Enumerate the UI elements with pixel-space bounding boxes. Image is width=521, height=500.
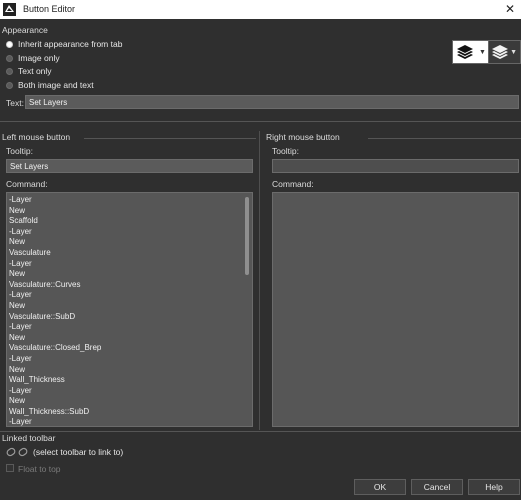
title-bar: Button Editor ✕ — [0, 0, 521, 19]
command-line: Vasculature — [9, 247, 51, 257]
radio-image-only[interactable]: Image only — [6, 52, 60, 64]
command-line: Scaffold — [9, 216, 38, 226]
command-line: Wall_Thickness::SubD — [9, 406, 90, 416]
radio-selected-indicator — [6, 40, 13, 48]
command-line: New — [9, 332, 26, 342]
radio-indicator — [6, 54, 13, 62]
large-icon-button[interactable]: ▼ — [452, 40, 490, 64]
linked-toolbar-row[interactable]: (select toolbar to link to) — [6, 446, 123, 458]
linked-toolbar-section-label: Linked toolbar — [2, 433, 56, 443]
text-field-label: Text: — [6, 98, 24, 108]
divider — [84, 138, 256, 139]
layers-icon — [489, 41, 510, 63]
command-line: -Layer — [9, 322, 32, 332]
command-line: -Layer — [9, 385, 32, 395]
divider — [0, 431, 521, 432]
left-tooltip-label: Tooltip: — [6, 146, 33, 156]
command-line: -Layer — [9, 195, 32, 204]
command-line: -Layer — [9, 258, 32, 268]
radio-label: Image only — [18, 53, 60, 63]
window-title: Button Editor — [23, 4, 76, 14]
command-line: Vasculature::Closed_Brep — [9, 343, 102, 353]
left-command-label: Command: — [6, 179, 48, 189]
broken-link-icon — [6, 446, 30, 458]
chevron-down-icon: ▼ — [510, 48, 517, 56]
radio-label: Both image and text — [18, 80, 94, 90]
radio-label: Inherit appearance from tab — [18, 39, 123, 49]
radio-indicator — [6, 67, 13, 75]
command-line: Wall_Thickness — [9, 375, 65, 385]
radio-inherit-appearance[interactable]: Inherit appearance from tab — [6, 38, 122, 50]
close-icon[interactable]: ✕ — [505, 2, 515, 16]
linked-toolbar-text: (select toolbar to link to) — [33, 447, 124, 457]
command-line: New — [9, 269, 26, 279]
command-lines — [275, 195, 508, 426]
float-to-top-label: Float to top — [18, 464, 61, 474]
command-line: Vasculature::Curves — [9, 279, 81, 289]
command-line: New — [9, 205, 26, 215]
small-icon-button[interactable]: ▼ — [488, 40, 521, 64]
left-mouse-section-label: Left mouse button — [2, 132, 71, 142]
right-command-textarea[interactable] — [272, 192, 519, 427]
ok-button[interactable]: OK — [354, 479, 406, 495]
button-text-input[interactable]: Set Layers — [25, 95, 519, 109]
command-line: -Layer — [9, 290, 32, 300]
right-command-label: Command: — [272, 179, 314, 189]
layers-icon — [453, 41, 477, 63]
scrollbar-thumb[interactable] — [245, 197, 249, 275]
command-line: -Layer — [9, 226, 32, 236]
command-line: -Layer — [9, 417, 32, 426]
command-line: New — [9, 364, 26, 374]
command-line: -Layer — [9, 353, 32, 363]
command-line: New — [9, 300, 26, 310]
left-command-textarea[interactable]: -Layer New Scaffold -Layer New Vasculature -La… — [6, 192, 253, 427]
appearance-section-label: Appearance — [2, 25, 48, 35]
vertical-divider — [259, 131, 260, 430]
cancel-button[interactable]: Cancel — [411, 479, 463, 495]
chevron-down-icon: ▼ — [479, 48, 486, 56]
right-tooltip-label: Tooltip: — [272, 146, 299, 156]
command-line: New — [9, 396, 26, 406]
float-to-top-checkbox[interactable] — [6, 464, 14, 472]
command-line: Vasculature::SubD — [9, 311, 76, 321]
right-mouse-section-label: Right mouse button — [266, 132, 340, 142]
radio-both-image-and-text[interactable]: Both image and text — [6, 79, 94, 91]
command-lines: -Layer New Scaffold -Layer New Vasculature -La… — [9, 195, 242, 426]
command-line: New — [9, 237, 26, 247]
radio-label: Text only — [18, 66, 52, 76]
app-icon — [3, 3, 16, 16]
divider — [0, 121, 521, 122]
divider — [368, 138, 521, 139]
left-tooltip-input[interactable]: Set Layers — [6, 159, 253, 173]
help-button[interactable]: Help — [468, 479, 520, 495]
radio-text-only[interactable]: Text only — [6, 65, 52, 77]
radio-indicator — [6, 81, 13, 89]
right-tooltip-input[interactable] — [272, 159, 519, 173]
